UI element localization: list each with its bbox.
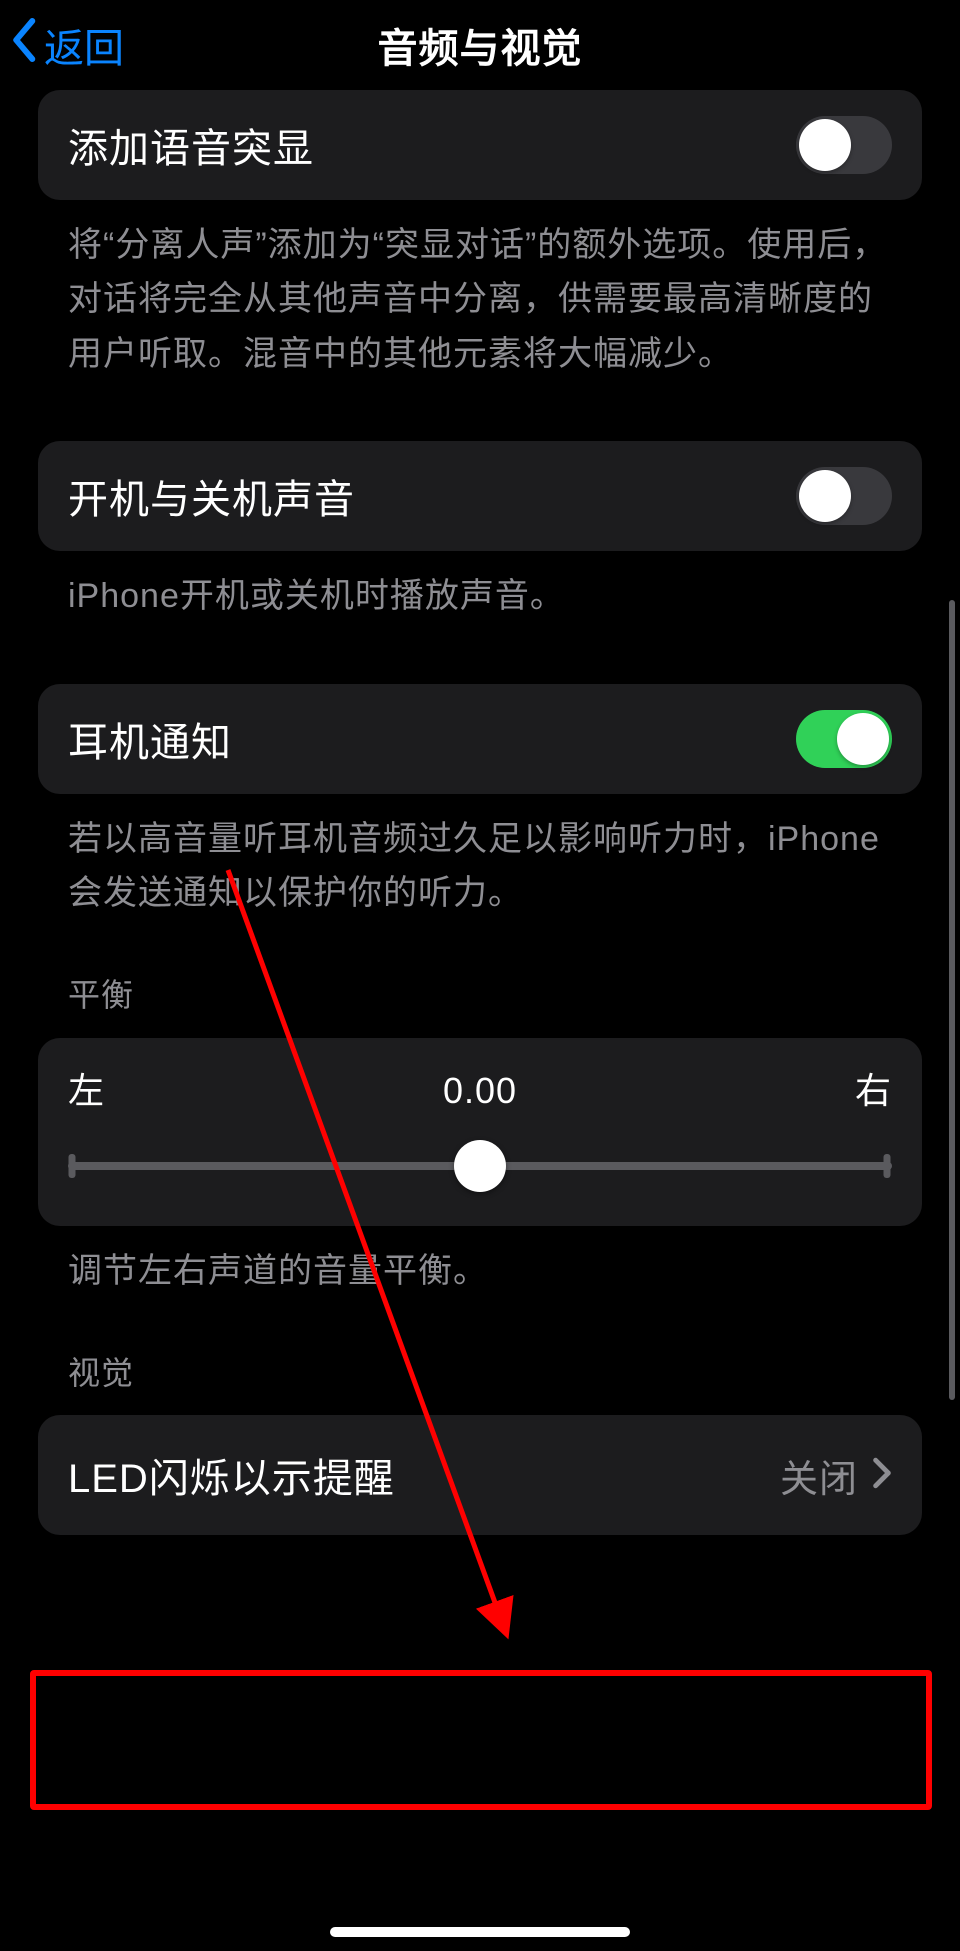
footer-power-sound: iPhone开机或关机时播放声音。 (38, 551, 922, 623)
slider-thumb[interactable] (454, 1140, 506, 1192)
row-right: 关闭 (780, 1448, 892, 1503)
row-label: LED闪烁以示提醒 (68, 1446, 395, 1504)
balance-value: 0.00 (443, 1070, 517, 1112)
page-title: 音频与视觉 (378, 16, 583, 74)
row-label: 耳机通知 (68, 710, 232, 768)
balance-left-label: 左 (68, 1062, 105, 1114)
footer-voice-isolation: 将“分离人声”添加为“突显对话”的额外选项。使用后，对话将完全从其他声音中分离，… (38, 200, 922, 381)
slider-tick-right (884, 1154, 891, 1178)
group-power-sound: 开机与关机声音 (38, 441, 922, 551)
footer-balance: 调节左右声道的音量平衡。 (38, 1226, 922, 1298)
row-headphone-notify[interactable]: 耳机通知 (38, 684, 922, 794)
group-voice-isolation: 添加语音突显 (38, 90, 922, 200)
home-indicator[interactable] (330, 1927, 630, 1937)
back-label: 返回 (44, 16, 124, 74)
toggle-headphone-notify[interactable] (796, 710, 892, 768)
toggle-power-sound[interactable] (796, 467, 892, 525)
chevron-left-icon (10, 18, 40, 72)
row-power-sound[interactable]: 开机与关机声音 (38, 441, 922, 551)
slider-tick-left (69, 1154, 76, 1178)
toggle-voice-isolation[interactable] (796, 116, 892, 174)
balance-labels: 左 0.00 右 (68, 1062, 892, 1114)
group-balance: 左 0.00 右 (38, 1038, 922, 1226)
group-headphone-notify: 耳机通知 (38, 684, 922, 794)
back-button[interactable]: 返回 (10, 0, 124, 90)
row-label: 开机与关机声音 (68, 467, 355, 525)
row-led-flash[interactable]: LED闪烁以示提醒 关闭 (38, 1415, 922, 1535)
scroll-indicator[interactable] (949, 600, 955, 1400)
navbar: 返回 音频与视觉 (0, 0, 960, 90)
annotation-highlight-box (30, 1670, 932, 1810)
header-visual: 视觉 (38, 1298, 922, 1415)
balance-right-label: 右 (855, 1062, 892, 1114)
header-balance: 平衡 (38, 920, 922, 1037)
toggle-knob (799, 119, 851, 171)
balance-slider[interactable] (68, 1144, 892, 1188)
content: 添加语音突显 将“分离人声”添加为“突显对话”的额外选项。使用后，对话将完全从其… (0, 90, 960, 1535)
row-voice-isolation[interactable]: 添加语音突显 (38, 90, 922, 200)
toggle-knob (799, 470, 851, 522)
row-label: 添加语音突显 (68, 116, 314, 174)
footer-headphone-notify: 若以高音量听耳机音频过久足以影响听力时，iPhone会发送通知以保护你的听力。 (38, 794, 922, 921)
chevron-right-icon (872, 1457, 892, 1494)
row-value: 关闭 (780, 1448, 858, 1503)
toggle-knob (837, 713, 889, 765)
